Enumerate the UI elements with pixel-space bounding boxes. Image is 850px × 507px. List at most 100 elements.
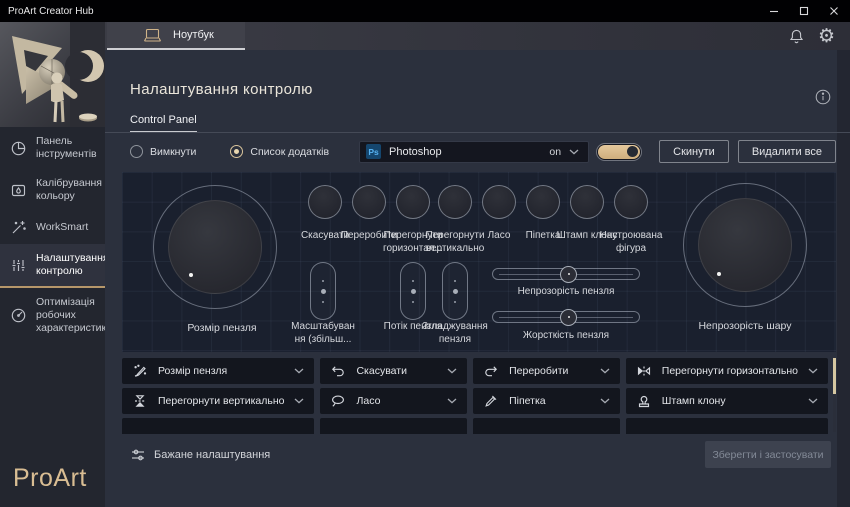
scrollbar-thumb[interactable] — [833, 358, 836, 394]
grid-scrollbar[interactable] — [833, 358, 836, 432]
right-dial-label: Непрозорість шару — [685, 320, 805, 332]
preferred-settings[interactable]: Бажане налаштування — [130, 447, 270, 463]
laptop-icon — [143, 28, 162, 43]
maximize-icon[interactable] — [798, 5, 810, 17]
settings-gear-icon[interactable]: ⚙ — [818, 27, 835, 46]
dashboard-icon — [10, 140, 27, 157]
proart-artwork — [0, 22, 105, 127]
photoshop-badge-icon: Ps — [366, 144, 381, 159]
chevron-down-icon — [447, 368, 457, 374]
radio-app-list-label: Список додатків — [250, 146, 329, 158]
tab-divider — [105, 132, 850, 133]
radio-circle-selected — [230, 145, 243, 158]
sidebar-item-dashboard[interactable]: Панель інструментів — [0, 127, 105, 169]
assignment-clipped[interactable] — [473, 418, 620, 434]
tab-laptop[interactable]: Ноутбук — [107, 22, 245, 50]
assignment-lasso[interactable]: Ласо — [320, 388, 467, 414]
slider-thumb[interactable] — [560, 266, 577, 283]
notification-bell-icon[interactable] — [788, 28, 805, 45]
small-dial-eyedropper[interactable] — [526, 185, 560, 219]
top-icons: ⚙ — [788, 22, 835, 50]
small-dial-undo[interactable] — [308, 185, 342, 219]
left-dial-label: Розмір пензля — [162, 322, 282, 334]
footer-row: Бажане налаштування Зберегти і застосува… — [130, 441, 831, 468]
app-state-value[interactable]: on — [549, 146, 561, 158]
redo-icon — [483, 363, 499, 379]
reset-button[interactable]: Скинути — [659, 140, 729, 163]
small-dial-clone-stamp[interactable] — [570, 185, 604, 219]
small-dial-redo[interactable] — [352, 185, 386, 219]
info-icon[interactable] — [815, 89, 831, 105]
sidebar-item-color-calibration[interactable]: Калібрування кольору — [0, 169, 105, 211]
tab-control-panel[interactable]: Control Panel — [130, 114, 197, 133]
assignment-flip-vertical[interactable]: Перегорнути вертикально — [122, 388, 314, 414]
sidebar-item-label: Налаштування контролю — [36, 252, 109, 278]
right-gutter — [837, 50, 850, 507]
pill-label: Масштабування (збільш... — [289, 320, 357, 346]
app-toggle-switch[interactable] — [596, 143, 642, 161]
minimize-icon[interactable] — [768, 5, 780, 17]
small-dial-custom-shape[interactable] — [614, 185, 648, 219]
assignment-redo[interactable]: Переробити — [473, 358, 620, 384]
small-dial-lasso[interactable] — [482, 185, 516, 219]
proart-logo: ProArt — [13, 464, 87, 493]
app-select-dropdown[interactable]: Ps Photoshop on — [359, 141, 589, 163]
sidebar-item-label: Оптимізація робочих характеристик — [36, 296, 106, 335]
window-title: ProArt Creator Hub — [8, 6, 94, 17]
assignment-label: Перегорнути вертикально — [158, 395, 284, 407]
device-tab-label: Ноутбук — [173, 29, 214, 41]
assignment-label: Переробити — [509, 365, 568, 377]
radio-disable[interactable]: Вимкнути — [130, 145, 196, 158]
dial-knob — [698, 198, 792, 292]
assignment-clone-stamp[interactable]: Штамп клону — [626, 388, 828, 414]
close-icon[interactable] — [828, 5, 840, 17]
undo-icon — [330, 363, 346, 379]
sidebar-nav: Панель інструментів Калібрування кольору… — [0, 127, 105, 343]
brush-hardness-slider[interactable] — [492, 311, 640, 323]
assignment-clipped[interactable] — [626, 418, 828, 434]
preferred-settings-label: Бажане налаштування — [154, 449, 270, 461]
assignment-label: Скасувати — [356, 365, 407, 377]
pill-zoom[interactable] — [310, 262, 336, 320]
assignment-clipped[interactable] — [122, 418, 314, 434]
brush-size-dial[interactable] — [153, 185, 277, 309]
brush-opacity-slider[interactable] — [492, 268, 640, 280]
slider-thumb[interactable] — [560, 309, 577, 326]
sidebar-item-worksmart[interactable]: WorkSmart — [0, 211, 105, 244]
assignment-grid: Розмір пензля Скасувати Переробити — [122, 358, 828, 434]
small-dial-label: Настроювана фігура — [598, 229, 664, 255]
gauge-icon — [10, 307, 27, 324]
flip-vertical-icon — [132, 393, 148, 409]
brush-size-icon — [132, 363, 148, 379]
delete-all-button[interactable]: Видалити все — [738, 140, 836, 163]
radio-circle — [130, 145, 143, 158]
assignment-label: Розмір пензля — [158, 365, 227, 377]
pill-brush-flow[interactable] — [400, 262, 426, 320]
layer-opacity-dial[interactable] — [683, 183, 807, 307]
chevron-down-icon — [600, 368, 610, 374]
assignment-flip-horizontal[interactable]: Перегорнути горизонтально — [626, 358, 828, 384]
sidebar-item-control-settings[interactable]: Налаштування контролю — [0, 244, 105, 288]
dial-panel: Розмір пензля Скасувати Переробити Перег… — [122, 172, 836, 352]
dial-indicator-dot — [717, 272, 721, 276]
assignment-label: Ласо — [356, 395, 380, 407]
assignment-clipped[interactable] — [320, 418, 467, 434]
pill-brush-smoothing[interactable] — [442, 262, 468, 320]
content: Налаштування контролю Control Panel Вимк… — [105, 50, 850, 507]
dial-knob — [168, 200, 262, 294]
assignment-brush-size[interactable]: Розмір пензля — [122, 358, 314, 384]
small-dial-flip-horizontal[interactable] — [396, 185, 430, 219]
small-dial-flip-vertical[interactable] — [438, 185, 472, 219]
mixer-icon — [10, 257, 27, 274]
toggle-track — [598, 145, 640, 159]
assignment-undo[interactable]: Скасувати — [320, 358, 467, 384]
slider-label: Жорсткість пензля — [492, 330, 640, 341]
color-calibration-icon — [10, 182, 27, 199]
radio-app-list[interactable]: Список додатків — [230, 145, 329, 158]
assignment-eyedropper[interactable]: Піпетка — [473, 388, 620, 414]
sidebar: Панель інструментів Калібрування кольору… — [0, 22, 105, 507]
chevron-down-icon — [600, 398, 610, 404]
sidebar-item-performance[interactable]: Оптимізація робочих характеристик — [0, 288, 105, 343]
save-apply-button[interactable]: Зберегти і застосувати — [705, 441, 831, 468]
radio-disable-label: Вимкнути — [150, 146, 196, 158]
